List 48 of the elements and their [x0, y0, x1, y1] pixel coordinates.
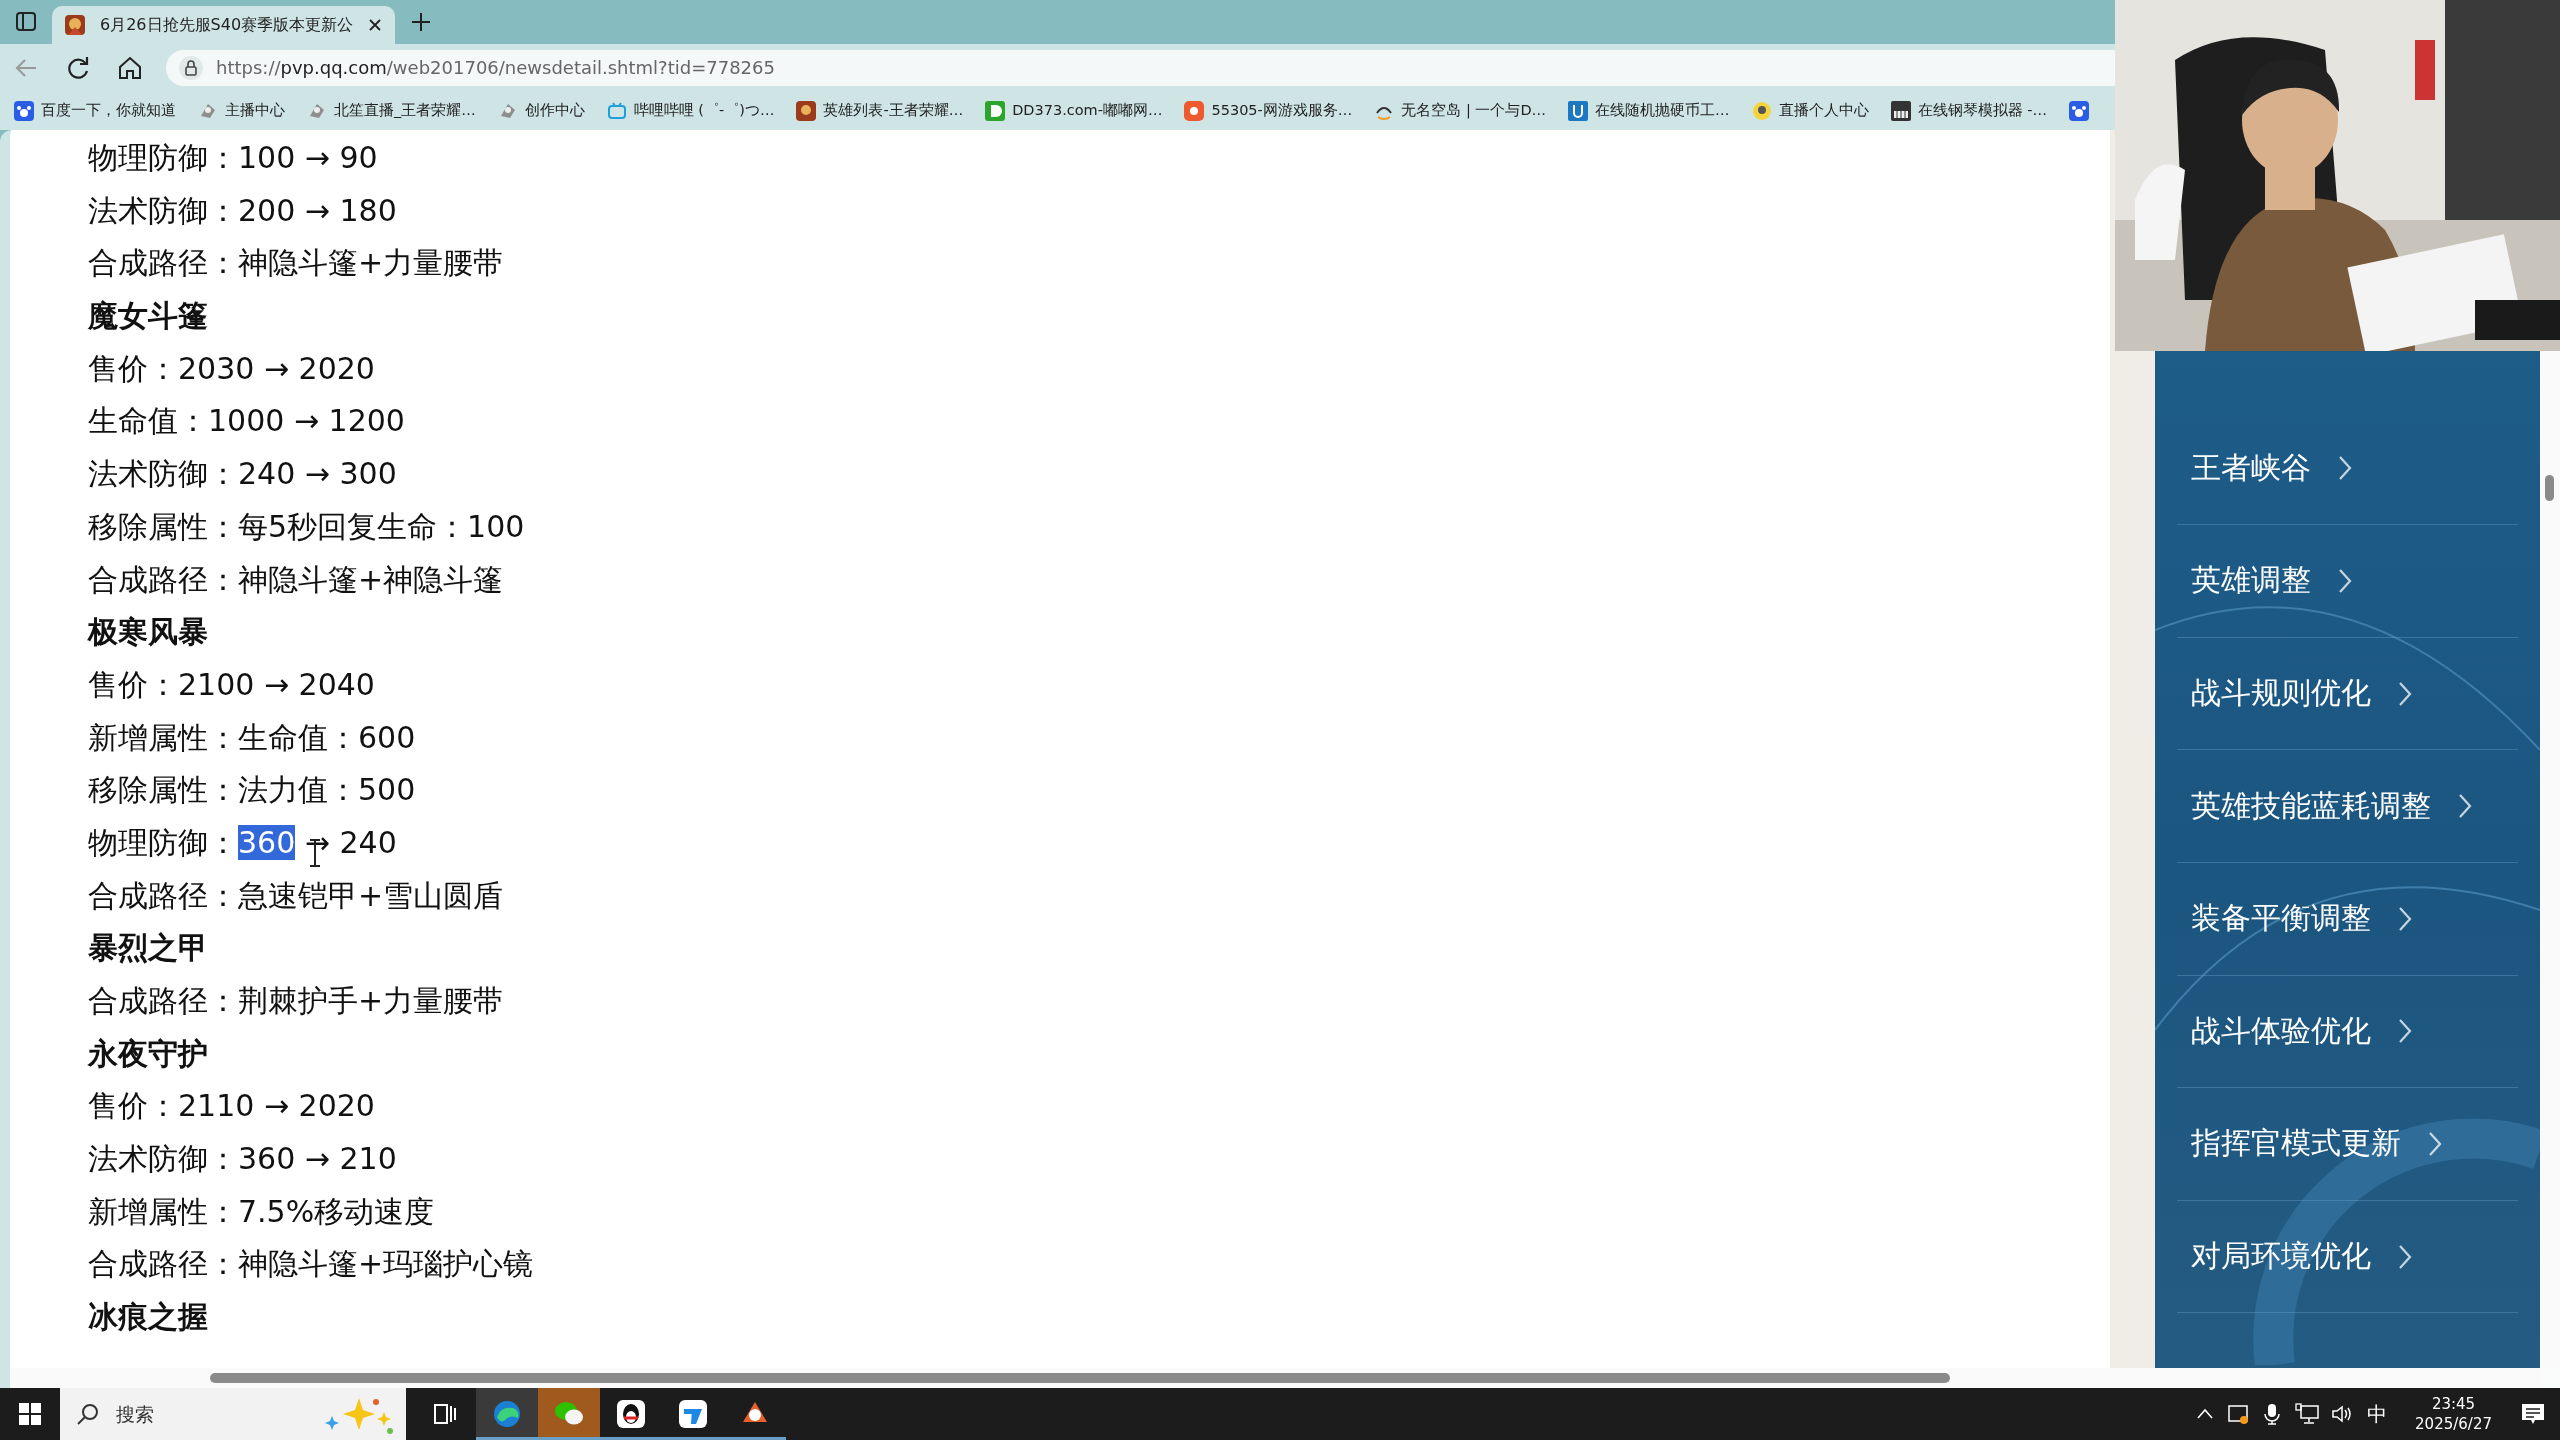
stat-line: 合成路径：神隐斗篷+力量腰带	[88, 244, 505, 283]
sidebar-item[interactable]: 王者峡谷	[2177, 412, 2518, 526]
stat-line: 新增属性：生命值：600	[88, 718, 417, 757]
sidebar-item[interactable]: 对局环境优化	[2177, 1200, 2518, 1314]
item-heading: 魔女斗篷	[88, 297, 209, 336]
clock-date[interactable]: 2025/6/27	[2415, 1414, 2492, 1434]
stat-line: 物理防御：100 → 90	[88, 139, 379, 177]
item-heading: 冰痕之握	[88, 1298, 209, 1337]
stat-line: 法术防御：240 → 300	[88, 455, 398, 494]
bookmark[interactable]: 北笙直播_王者荣耀…	[307, 100, 476, 121]
stat-line: 合成路径：神隐斗篷+玛瑙护心镜	[88, 1245, 535, 1284]
sidebar-item[interactable]: 英雄技能蓝耗调整	[2177, 750, 2518, 863]
clock-time[interactable]: 23:45	[2431, 1394, 2476, 1414]
sidebar-item[interactable]: 装备平衡调整	[2177, 862, 2518, 976]
stat-line: 合成路径：神隐斗篷+神隐斗篷	[88, 560, 505, 599]
stat-line: 售价：2030 → 2020	[88, 349, 376, 388]
bookmark[interactable]: 直播个人中心	[1751, 100, 1869, 121]
item-heading: 暴烈之甲	[88, 929, 209, 968]
stat-line: 移除属性：每5秒回复生命：100	[88, 507, 526, 546]
bookmark[interactable]: DD373.com-嘟嘟网…	[985, 100, 1163, 121]
bookmark[interactable]: 百度一下，你就知道	[14, 100, 176, 121]
stat-line: 生命值：1000 → 1200	[88, 402, 406, 441]
item-heading: 极寒风暴	[88, 613, 209, 652]
browser-tab[interactable]: 6月26日抢先服S40赛季版本更新公	[52, 6, 396, 44]
stat-line: 售价：2100 → 2040	[88, 665, 376, 704]
url-text[interactable]: https://pvp.qq.com/web201706/newsdetail.shtml?tid=778265	[216, 57, 775, 78]
item-heading: 永夜守护	[88, 1034, 209, 1073]
bookmark[interactable]: 主播中心	[198, 100, 285, 121]
stat-line: 合成路径：荆棘护手+力量腰带	[88, 982, 505, 1020]
sidebar-item[interactable]: 英雄调整	[2177, 525, 2518, 638]
sidebar-item[interactable]: 战斗体验优化	[2177, 975, 2518, 1089]
bookmark[interactable]: 英雄列表-王者荣耀…	[796, 100, 964, 121]
stat-line: 合成路径：急速铠甲+雪山圆盾	[88, 876, 505, 915]
stat-line: 新增属性：7.5%移动速度	[88, 1192, 436, 1231]
stat-line: 法术防御：360 → 210	[88, 1140, 398, 1179]
stat-line: 法术防御：200 → 180	[88, 191, 398, 230]
search-field[interactable]: 搜索	[60, 1388, 406, 1440]
bookmark[interactable]: 在线随机抛硬币工…	[1568, 100, 1730, 121]
bookmark[interactable]: 55305-网游戏服务…	[1184, 100, 1353, 121]
bookmark[interactable]: 创作中心	[497, 100, 585, 121]
bookmark[interactable]: 在线钢琴模拟器 -…	[1890, 100, 2047, 121]
stat-line: 售价：2110 → 2020	[88, 1087, 376, 1126]
input-method-indicator[interactable]: 中	[2367, 1400, 2388, 1428]
bookmark[interactable]: 无名空岛 | 一个与D…	[1374, 100, 1547, 121]
sidebar-item[interactable]: 战斗规则优化	[2177, 637, 2518, 751]
stat-line: 移除属性：法力值：500	[88, 771, 417, 810]
bookmark[interactable]: 哔哩哔哩 (゜-゜)つ…	[606, 100, 775, 121]
sidebar-item[interactable]: 指挥官模式更新	[2177, 1088, 2518, 1201]
